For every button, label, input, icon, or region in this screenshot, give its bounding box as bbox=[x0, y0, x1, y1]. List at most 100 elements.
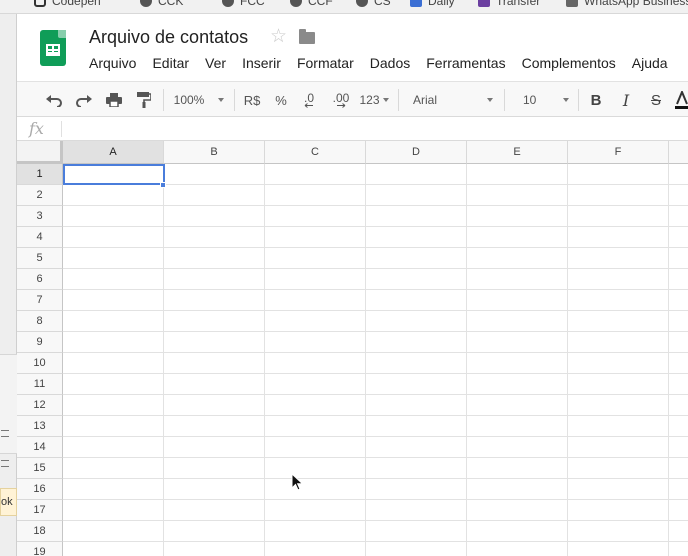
font-family-select[interactable]: Arial bbox=[403, 82, 499, 118]
text-color-button[interactable] bbox=[675, 82, 688, 118]
column-header-a[interactable]: A bbox=[63, 141, 164, 164]
bookmark-item[interactable]: CS bbox=[356, 0, 391, 9]
bookmark-item[interactable]: CCK bbox=[140, 0, 183, 9]
row-header-3[interactable]: 3 bbox=[17, 206, 63, 227]
row-gridline bbox=[63, 520, 688, 521]
column-header-e[interactable]: E bbox=[467, 141, 568, 164]
italic-button[interactable]: I bbox=[615, 82, 637, 118]
row-header-9[interactable]: 9 bbox=[17, 332, 63, 353]
column-gridline bbox=[668, 164, 669, 556]
spreadsheet-grid[interactable]: A B C D E F 1 2 3 4 5 6 7 8 9 10 11 12 13 14 15 16 17 18 19 bbox=[17, 141, 688, 556]
row-header-12[interactable]: 12 bbox=[17, 395, 63, 416]
menu-dados[interactable]: Dados bbox=[370, 54, 410, 72]
row-header-2[interactable]: 2 bbox=[17, 185, 63, 206]
row-header-4[interactable]: 4 bbox=[17, 227, 63, 248]
row-header-5[interactable]: 5 bbox=[17, 248, 63, 269]
document-title[interactable]: Arquivo de contatos bbox=[89, 27, 248, 48]
bookmark-item[interactable]: Transfer bbox=[478, 0, 540, 9]
folder-icon[interactable] bbox=[299, 29, 315, 44]
strikethrough-button[interactable]: S bbox=[645, 82, 667, 118]
menu-formatar[interactable]: Formatar bbox=[297, 54, 354, 72]
row-header-17[interactable]: 17 bbox=[17, 500, 63, 521]
bookmark-icon bbox=[222, 0, 234, 7]
increase-decimal-button[interactable]: .00 bbox=[327, 82, 355, 118]
toolbar-separator bbox=[504, 89, 505, 111]
bookmark-icon bbox=[290, 0, 302, 7]
active-cell-a1[interactable] bbox=[63, 164, 165, 185]
fill-handle[interactable] bbox=[160, 182, 166, 188]
row-header-7[interactable]: 7 bbox=[17, 290, 63, 311]
row-gridline bbox=[63, 415, 688, 416]
decrease-decimal-button[interactable]: .0 bbox=[297, 82, 321, 118]
column-header-f[interactable]: F bbox=[568, 141, 669, 164]
row-header-10[interactable]: 10 bbox=[17, 353, 63, 374]
bookmark-label: Daily bbox=[428, 0, 455, 8]
toolbar-separator bbox=[234, 89, 235, 111]
row-gridline bbox=[63, 247, 688, 248]
background-window-peek-text: ok ir bbox=[0, 488, 17, 516]
bookmark-item[interactable]: FCC bbox=[222, 0, 265, 9]
menu-editar[interactable]: Editar bbox=[152, 54, 189, 72]
row-header-15[interactable]: 15 bbox=[17, 458, 63, 479]
bold-button[interactable]: B bbox=[585, 82, 607, 118]
bookmark-label: WhatsApp Business bbox=[584, 0, 688, 8]
column-gridline bbox=[163, 164, 164, 556]
toolbar-separator bbox=[398, 89, 399, 111]
row-header-8[interactable]: 8 bbox=[17, 311, 63, 332]
row-header-1[interactable]: 1 bbox=[17, 164, 63, 185]
percent-format-button[interactable]: % bbox=[271, 82, 291, 118]
zoom-select[interactable]: 100% bbox=[169, 82, 229, 118]
bookmark-icon bbox=[356, 0, 368, 7]
row-gridline bbox=[63, 226, 688, 227]
column-header-partial[interactable] bbox=[669, 141, 688, 164]
menu-arquivo[interactable]: Arquivo bbox=[89, 54, 136, 72]
undo-icon bbox=[46, 95, 62, 107]
menu-ver[interactable]: Ver bbox=[205, 54, 226, 72]
decrease-decimal-label: .0 bbox=[303, 90, 314, 105]
toolbar-separator bbox=[578, 89, 579, 111]
star-icon[interactable]: ☆ bbox=[270, 27, 287, 47]
menu-complementos[interactable]: Complementos bbox=[522, 54, 616, 72]
column-header-b[interactable]: B bbox=[164, 141, 265, 164]
row-header-6[interactable]: 6 bbox=[17, 269, 63, 290]
chevron-down-icon bbox=[563, 98, 569, 102]
column-header-c[interactable]: C bbox=[265, 141, 366, 164]
row-header-14[interactable]: 14 bbox=[17, 437, 63, 458]
row-header-16[interactable]: 16 bbox=[17, 479, 63, 500]
row-header-19[interactable]: 19 bbox=[17, 542, 63, 556]
bookmark-item[interactable]: CCF bbox=[290, 0, 333, 9]
menu-inserir[interactable]: Inserir bbox=[242, 54, 281, 72]
column-header-d[interactable]: D bbox=[366, 141, 467, 164]
menu-ferramentas[interactable]: Ferramentas bbox=[426, 54, 505, 72]
bookmark-label: CCK bbox=[158, 0, 184, 8]
font-family-value: Arial bbox=[413, 93, 438, 107]
print-button[interactable] bbox=[103, 82, 125, 118]
increase-decimal-label: .00 bbox=[332, 90, 350, 105]
row-header-13[interactable]: 13 bbox=[17, 416, 63, 437]
formula-input[interactable] bbox=[67, 117, 687, 140]
menu-lines-icon bbox=[1, 430, 9, 437]
menu-bar: Arquivo Editar Ver Inserir Formatar Dado… bbox=[89, 54, 684, 72]
undo-button[interactable] bbox=[43, 82, 65, 118]
bookmark-item[interactable]: WhatsApp Business bbox=[566, 0, 688, 9]
redo-button[interactable] bbox=[73, 82, 95, 118]
select-all-corner[interactable] bbox=[17, 141, 63, 164]
redo-icon bbox=[76, 95, 92, 107]
sheets-logo-icon[interactable] bbox=[40, 30, 66, 66]
bookmark-item[interactable]: Daily bbox=[410, 0, 455, 9]
font-size-select[interactable]: 10 bbox=[509, 82, 573, 118]
background-panel bbox=[0, 354, 17, 454]
row-gridline bbox=[63, 331, 688, 332]
arrow-right-icon bbox=[337, 102, 346, 108]
row-header-18[interactable]: 18 bbox=[17, 521, 63, 542]
bookmark-label: FCC bbox=[240, 0, 265, 8]
bookmark-icon bbox=[478, 0, 490, 7]
menu-ajuda[interactable]: Ajuda bbox=[632, 54, 668, 72]
bookmark-item[interactable]: Codepen bbox=[34, 0, 101, 9]
number-format-select[interactable]: 123 bbox=[357, 82, 391, 118]
currency-format-button[interactable]: R$ bbox=[239, 82, 265, 118]
paint-format-button[interactable] bbox=[133, 82, 155, 118]
row-header-11[interactable]: 11 bbox=[17, 374, 63, 395]
bookmark-label: CCF bbox=[308, 0, 333, 8]
print-icon bbox=[106, 93, 122, 107]
